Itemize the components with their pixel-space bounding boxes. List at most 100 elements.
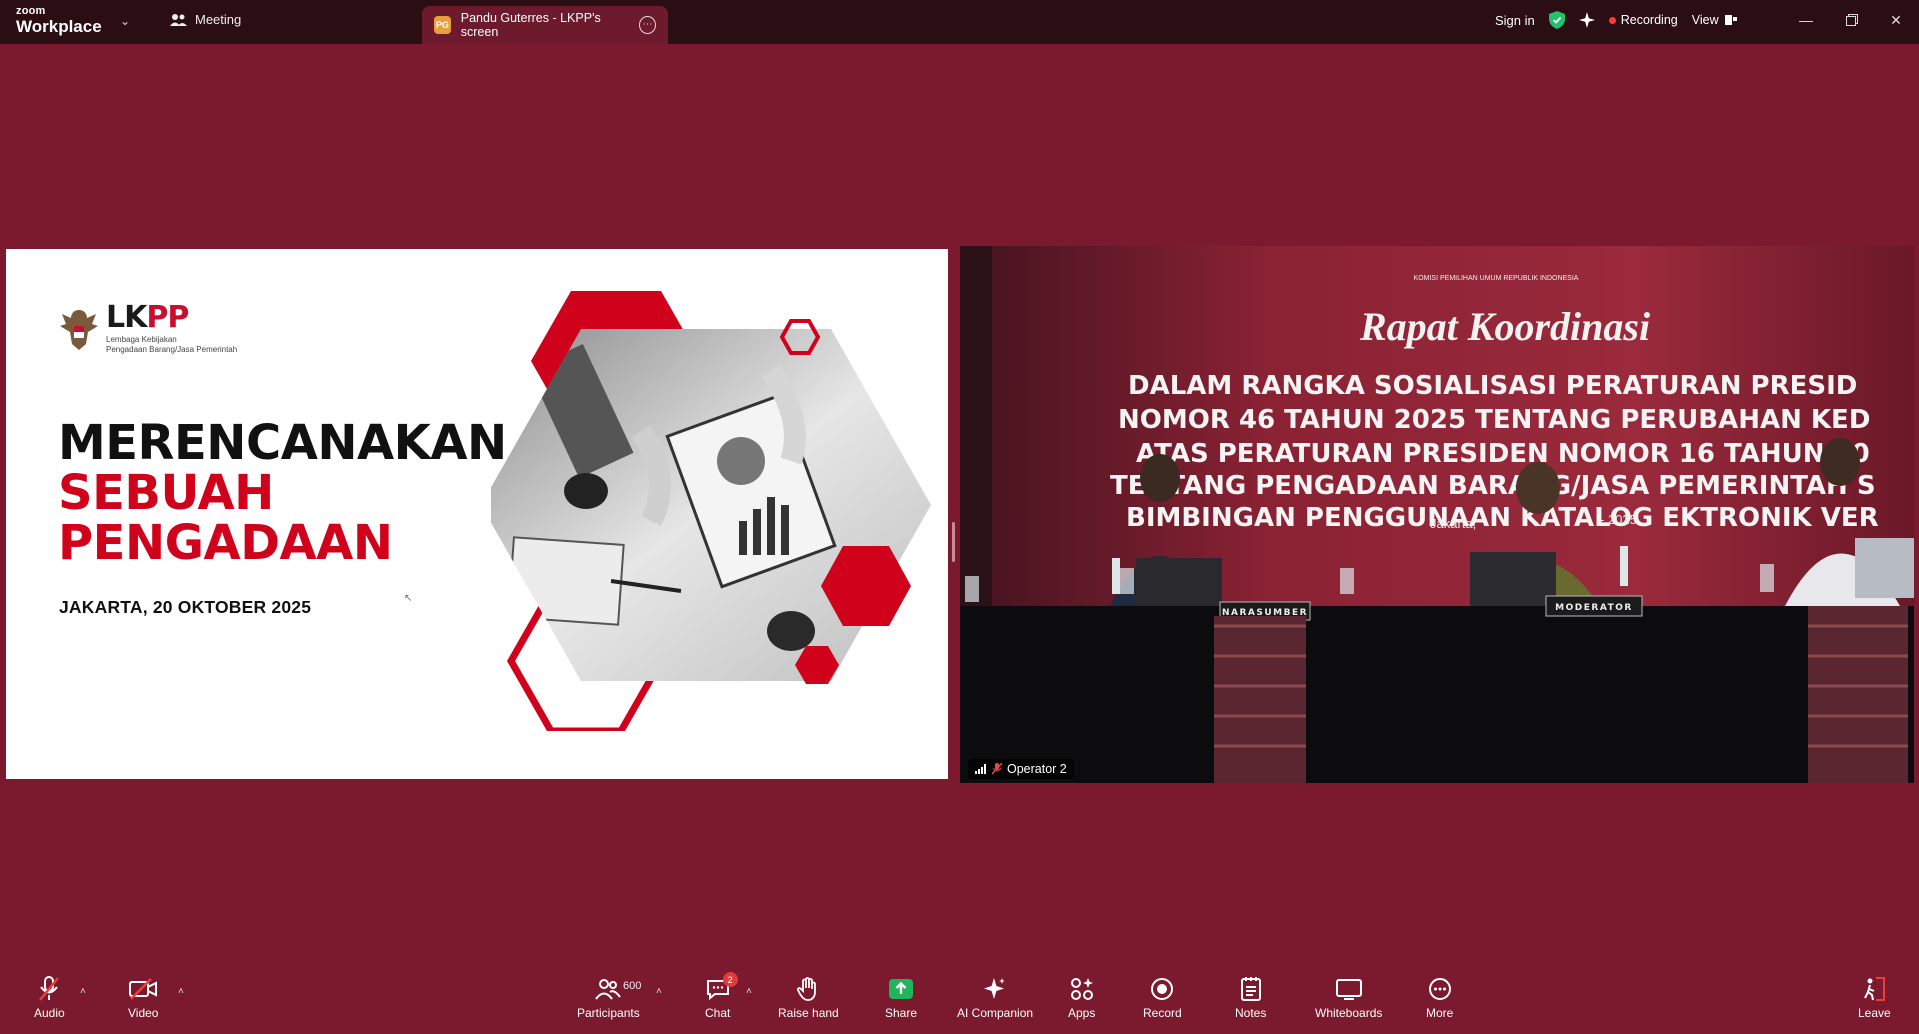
- chevron-down-icon[interactable]: ⌄: [120, 14, 130, 28]
- people-icon: [170, 13, 187, 26]
- ai-companion-sparkle-icon: [983, 976, 1007, 1002]
- app-logo[interactable]: zoom Workplace: [16, 5, 102, 36]
- participants-label: Participants: [577, 1006, 640, 1020]
- whiteboards-label: Whiteboards: [1315, 1006, 1383, 1020]
- split-view-divider[interactable]: [952, 522, 955, 562]
- chat-button[interactable]: 2 Chat: [705, 972, 738, 1020]
- participant-video-frame: KOMISI PEMILIHAN UMUM REPUBLIK INDONESIA…: [960, 246, 1914, 783]
- notes-button[interactable]: Notes: [1235, 976, 1266, 1020]
- leave-label: Leave: [1858, 1006, 1891, 1020]
- meeting-label: Meeting: [195, 12, 242, 27]
- meeting-toolbar: Audio ˄ Video ˄ Participants 600 ˄ 2 Cha…: [0, 970, 1919, 1034]
- chat-icon: 2: [706, 972, 738, 1002]
- ai-companion-button[interactable]: AI Companion: [957, 976, 1033, 1020]
- presenter-avatar: PG: [434, 16, 451, 34]
- mouse-cursor-icon: ↖: [404, 593, 413, 604]
- restore-icon: [1846, 14, 1858, 26]
- view-menu-button[interactable]: View: [1692, 13, 1737, 27]
- raise-hand-button[interactable]: Raise hand: [778, 976, 839, 1020]
- title-bar: zoom Workplace ⌄ Meeting PG Pandu Guterr…: [0, 0, 1919, 44]
- banner-line-2: NOMOR 46 TAHUN 2025 TENTANG PERUBAHAN KE…: [1118, 405, 1870, 435]
- banner-top-text: KOMISI PEMILIHAN UMUM REPUBLIK INDONESIA: [1414, 275, 1579, 282]
- recording-indicator[interactable]: Recording: [1608, 13, 1678, 27]
- lkpp-subtitle-1: Lembaga Kebijakan: [106, 335, 177, 344]
- participants-options-caret-icon[interactable]: ˄: [656, 986, 662, 997]
- participant-name: Operator 2: [1007, 762, 1067, 776]
- slide-title-line-1: MERENCANAKAN: [58, 415, 507, 471]
- video-button[interactable]: Video: [128, 976, 158, 1020]
- hexagon-collage-image: [491, 291, 931, 731]
- view-label: View: [1691, 13, 1719, 27]
- record-icon: [1150, 976, 1174, 1002]
- recording-dot-icon: [1608, 16, 1616, 24]
- audio-label: Audio: [34, 1006, 65, 1020]
- banner-script-title: Rapat Koordinasi: [1359, 304, 1650, 349]
- chat-unread-badge: 2: [722, 972, 738, 987]
- garuda-emblem-icon: [60, 310, 98, 350]
- slide-title-line-2: SEBUAH: [58, 464, 274, 521]
- apps-icon: [1070, 976, 1094, 1002]
- screen-share-tab[interactable]: PG Pandu Guterres - LKPP's screen ⋯: [422, 6, 668, 44]
- banner-place: Jakarta,: [1430, 516, 1476, 531]
- audio-button[interactable]: Audio: [34, 976, 65, 1020]
- minimize-button[interactable]: —: [1792, 8, 1820, 32]
- signal-bars-icon: [975, 764, 986, 774]
- share-label: Share: [885, 1006, 918, 1020]
- leave-door-icon: [1862, 976, 1886, 1002]
- lkpp-name-part-b: PP: [146, 300, 189, 335]
- lkpp-name-part-a: LK: [106, 300, 147, 335]
- recording-label: Recording: [1620, 13, 1678, 27]
- record-label: Record: [1143, 1006, 1182, 1020]
- lkpp-logo: LKPP Lembaga Kebijakan Pengadaan Barang/…: [58, 303, 237, 355]
- restore-button[interactable]: [1838, 8, 1866, 32]
- close-button[interactable]: ✕: [1882, 8, 1910, 32]
- more-options-icon[interactable]: ⋯: [639, 16, 656, 34]
- participant-name-tag: Operator 2: [968, 759, 1074, 779]
- mic-muted-icon: [37, 976, 61, 1002]
- chat-label: Chat: [705, 1006, 731, 1020]
- chat-options-caret-icon[interactable]: ˄: [746, 986, 752, 997]
- video-options-caret-icon[interactable]: ˄: [178, 986, 184, 997]
- record-button[interactable]: Record: [1143, 976, 1182, 1020]
- hand-icon: [797, 976, 819, 1002]
- shared-screen[interactable]: LKPP Lembaga Kebijakan Pengadaan Barang/…: [6, 249, 948, 779]
- whiteboards-button[interactable]: Whiteboards: [1315, 976, 1382, 1020]
- participants-icon: [595, 976, 622, 1002]
- banner-line-5: BIMBINGAN PENGGUNAAN KATALOG EKTRONIK VE…: [1126, 503, 1879, 533]
- banner-line-1: DALAM RANGKA SOSIALISASI PERATURAN PRESI…: [1128, 371, 1857, 401]
- participants-count: 600: [623, 980, 642, 992]
- lkpp-text: LKPP Lembaga Kebijakan Pengadaan Barang/…: [106, 303, 237, 355]
- apps-label: Apps: [1068, 1006, 1096, 1020]
- titlebar-right: Sign in Recording View: [1495, 11, 1737, 29]
- meeting-menu-button[interactable]: Meeting: [170, 12, 241, 27]
- share-tab-label: Pandu Guterres - LKPP's screen: [460, 11, 601, 39]
- video-label: Video: [128, 1006, 159, 1020]
- share-button[interactable]: Share: [885, 976, 917, 1020]
- sign-moderator: MODERATOR: [1555, 603, 1633, 613]
- leave-button[interactable]: Leave: [1858, 976, 1891, 1020]
- banner-line-3: ATAS PERATURAN PRESIDEN NOMOR 16 TAHUN 2…: [1136, 439, 1870, 469]
- ai-sparkle-icon[interactable]: [1578, 12, 1595, 28]
- audio-options-caret-icon[interactable]: ˄: [80, 986, 86, 997]
- sign-in-link[interactable]: Sign in: [1495, 13, 1535, 28]
- participant-video[interactable]: KOMISI PEMILIHAN UMUM REPUBLIK INDONESIA…: [960, 246, 1914, 783]
- lkpp-name: LKPP: [106, 303, 237, 333]
- slide-title: MERENCANAKAN SEBUAH PENGADAAN: [58, 415, 507, 571]
- slide-date: JAKARTA, 20 OKTOBER 2025: [59, 597, 312, 617]
- more-button[interactable]: More: [1426, 976, 1453, 1020]
- notes-icon: [1240, 976, 1262, 1002]
- apps-button[interactable]: Apps: [1068, 976, 1095, 1020]
- whiteboard-icon: [1335, 976, 1362, 1002]
- slide-title-line-3: PENGADAAN: [58, 514, 393, 571]
- ai-companion-label: AI Companion: [957, 1006, 1034, 1020]
- shield-check-icon[interactable]: [1548, 11, 1565, 29]
- banner-year: - 2025: [1600, 512, 1637, 527]
- brand-large: Workplace: [16, 17, 102, 36]
- camera-off-icon: [129, 976, 158, 1002]
- banner-line-4: TENTANG PENGADAAN BARANG/JASA PEMERINTAH…: [1110, 471, 1876, 501]
- brand-small: zoom: [16, 5, 46, 17]
- layout-icon: [1724, 15, 1737, 25]
- muted-mic-icon: [992, 763, 1002, 775]
- lkpp-subtitle-2: Pengadaan Barang/Jasa Pemerintah: [106, 345, 238, 354]
- notes-label: Notes: [1235, 1006, 1267, 1020]
